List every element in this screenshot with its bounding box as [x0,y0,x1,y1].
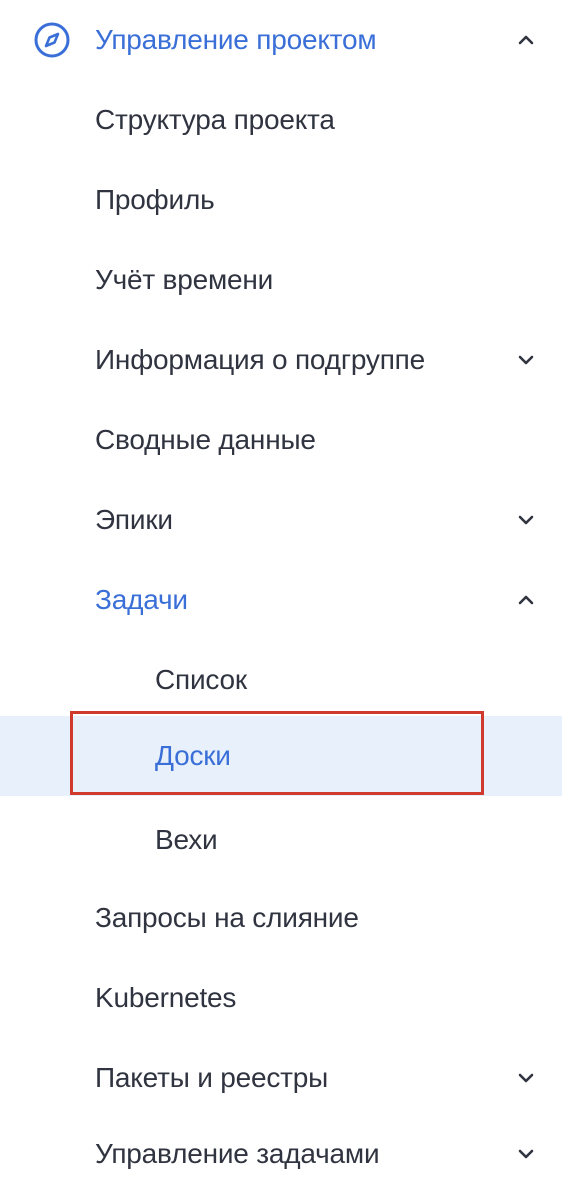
nav-item-label: Kubernetes [95,982,237,1013]
nav-item-label: Запросы на слияние [95,902,359,933]
chevron-up-icon[interactable] [516,590,536,610]
nav-item-summary[interactable]: Сводные данные [0,400,562,480]
nav-item-project-structure[interactable]: Структура проекта [0,80,562,160]
nav-item-label: Учёт времени [95,264,274,295]
nav-item-label: Управление задачами [95,1138,380,1169]
nav-item-merge-requests[interactable]: Запросы на слияние [0,878,562,958]
nav-item-time-tracking[interactable]: Учёт времени [0,240,562,320]
nav-subitem-label: Доски [155,740,231,771]
nav-subitem-list[interactable]: Список [0,640,562,720]
nav-item-issue-management[interactable]: Управление задачами [0,1114,562,1194]
nav-subitem-label: Вехи [155,824,218,855]
nav-item-label: Пакеты и реестры [95,1062,329,1093]
chevron-up-icon[interactable] [516,30,536,50]
project-navigation-menu: Управление проектом Структура проекта Пр… [0,0,562,1196]
nav-subitem-milestones[interactable]: Вехи [0,800,562,880]
section-label: Управление проектом [95,24,377,55]
section-project-management[interactable]: Управление проектом [0,0,562,80]
nav-item-packages-registries[interactable]: Пакеты и реестры [0,1038,562,1118]
nav-item-label: Профиль [95,184,215,215]
nav-item-profile[interactable]: Профиль [0,160,562,240]
nav-item-kubernetes[interactable]: Kubernetes [0,958,562,1038]
nav-item-label: Задачи [95,584,188,615]
chevron-down-icon[interactable] [516,1144,536,1164]
compass-icon [34,22,70,58]
nav-item-epics[interactable]: Эпики [0,480,562,560]
nav-item-label: Структура проекта [95,104,335,135]
nav-subitem-label: Список [155,664,247,695]
nav-item-subgroup-info[interactable]: Информация о подгруппе [0,320,562,400]
nav-item-label: Сводные данные [95,424,316,455]
chevron-down-icon[interactable] [516,350,536,370]
chevron-down-icon[interactable] [516,510,536,530]
nav-subitem-boards[interactable]: Доски [0,716,562,796]
chevron-down-icon[interactable] [516,1068,536,1088]
nav-item-issues[interactable]: Задачи [0,560,562,640]
nav-item-label: Эпики [95,504,173,535]
nav-item-label: Информация о подгруппе [95,344,425,375]
